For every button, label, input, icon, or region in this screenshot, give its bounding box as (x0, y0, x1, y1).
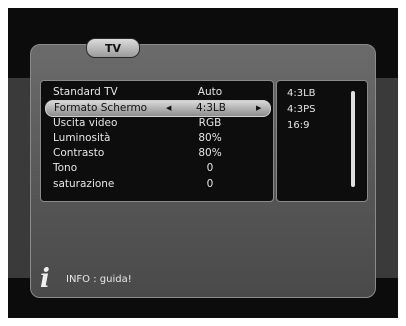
setting-value: 0 (206, 162, 214, 174)
setting-value: 0 (206, 178, 214, 190)
menu-title-tab: TV (86, 38, 140, 58)
setting-row-standard-tv[interactable]: Standard TV Auto (45, 85, 269, 100)
setting-label: Uscita video (53, 117, 118, 129)
scrollbar[interactable] (351, 91, 355, 187)
setting-row-contrasto[interactable]: Contrasto 80% (45, 146, 269, 161)
setting-label: Standard TV (53, 86, 118, 98)
option-item[interactable]: 16:9 (287, 119, 309, 133)
options-list: 4:3LB 4:3PS 16:9 (276, 80, 368, 202)
setting-value: Auto (197, 86, 223, 98)
arrow-right-icon[interactable]: ▶ (256, 101, 261, 116)
setting-value: 80% (198, 147, 222, 159)
setting-label: Formato Schermo (54, 102, 148, 114)
setting-row-luminosita[interactable]: Luminosità 80% (45, 131, 269, 146)
option-item[interactable]: 4:3LB (287, 87, 316, 101)
arrow-left-icon[interactable]: ◀ (166, 101, 171, 116)
setting-value: 4:3LB (196, 102, 226, 114)
settings-list: Standard TV Auto Formato Schermo ◀ 4:3LB… (40, 80, 274, 202)
setting-row-tono[interactable]: Tono 0 (45, 161, 269, 176)
setting-value: 80% (198, 132, 222, 144)
setting-label: Contrasto (53, 147, 105, 159)
setting-row-formato-schermo[interactable]: Formato Schermo ◀ 4:3LB ▶ (45, 100, 271, 117)
footer-hint: INFO : guida! (66, 274, 132, 285)
setting-value: RGB (198, 117, 222, 129)
setting-row-uscita-video[interactable]: Uscita video RGB (45, 116, 269, 131)
menu-title: TV (104, 41, 122, 55)
setting-label: Luminosità (53, 132, 111, 144)
setting-label: Tono (53, 162, 78, 174)
setting-row-saturazione[interactable]: saturazione 0 (45, 177, 269, 192)
option-item[interactable]: 4:3PS (287, 103, 315, 117)
setting-label: saturazione (53, 178, 115, 190)
info-icon: i (40, 264, 50, 294)
